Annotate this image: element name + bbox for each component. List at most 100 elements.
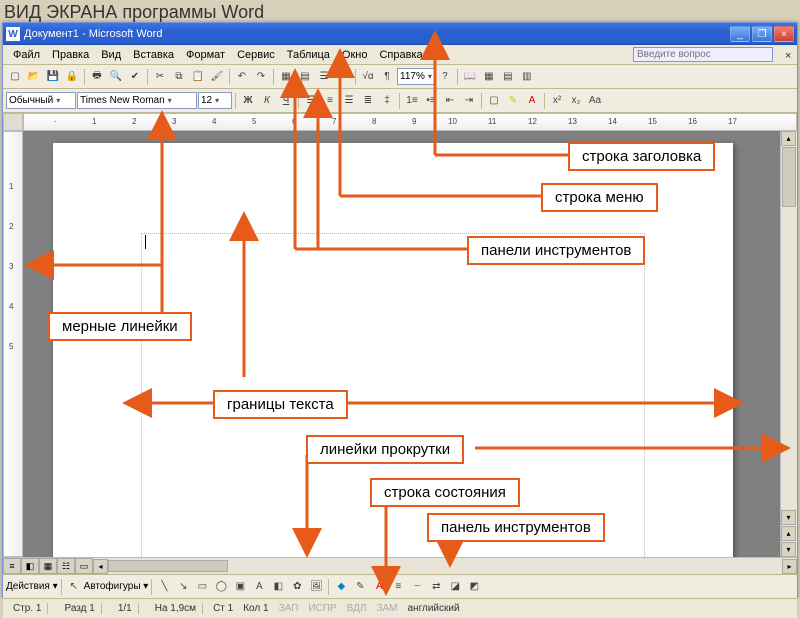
bulleted-list-icon[interactable]: •≡ [422,92,440,110]
print-icon[interactable]: 🖶 [88,68,106,86]
zoom-combo[interactable]: 117%▾ [397,68,435,85]
textbox-icon[interactable]: ▣ [231,578,249,596]
print-preview-icon[interactable]: 🔍 [107,68,125,86]
bold-icon[interactable]: Ж [239,92,257,110]
browse-prev-icon[interactable]: ▴ [781,526,796,541]
font-color-icon[interactable]: A [523,92,541,110]
scroll-down-icon[interactable]: ▾ [781,510,796,525]
indent-icon[interactable]: ⇥ [460,92,478,110]
arrow-icon[interactable]: ↘ [174,578,192,596]
columns-icon[interactable]: ☰ [315,68,333,86]
menu-tools[interactable]: Сервис [231,47,281,63]
diagram-icon[interactable]: ◧ [269,578,287,596]
new-doc-icon[interactable]: ▢ [6,68,24,86]
view-print-icon[interactable]: ▦ [39,558,57,574]
menu-insert[interactable]: Вставка [127,47,180,63]
wordart-icon[interactable]: A [250,578,268,596]
view-normal-icon[interactable]: ≡ [3,558,21,574]
outside-border-icon[interactable]: ▢ [485,92,503,110]
undo-icon[interactable]: ↶ [233,68,251,86]
line-style-icon[interactable]: ≡ [389,578,407,596]
horizontal-ruler[interactable]: · 1 2 3 4 5 6 7 8 9 10 11 12 13 14 15 16… [23,113,797,131]
hscroll-thumb[interactable] [108,560,228,572]
change-case-icon[interactable]: Aa [586,92,604,110]
copy-icon[interactable]: ⧉ [170,68,188,86]
scroll-up-icon[interactable]: ▴ [781,131,796,146]
align-left-icon[interactable]: ☰ [302,92,320,110]
font-combo[interactable]: Times New Roman▾ [77,92,197,109]
align-right-icon[interactable]: ☰ [340,92,358,110]
menu-help[interactable]: Справка [373,47,428,63]
horizontal-scrollbar[interactable]: ◂ ▸ [93,558,797,574]
clipart-icon[interactable]: ✿ [288,578,306,596]
browse-next-icon[interactable]: ▾ [781,542,796,557]
line-color-icon[interactable]: ✎ [351,578,369,596]
borders2-icon[interactable]: ▤ [499,68,517,86]
vertical-scrollbar[interactable]: ▴ ▾ ▴ ▾ [780,131,797,557]
fill-color-icon[interactable]: ◆ [332,578,350,596]
anno-tool-panel: панель инструментов [427,513,605,542]
menu-view[interactable]: Вид [95,47,127,63]
picture-icon[interactable]: 🖼 [307,578,325,596]
style-combo[interactable]: Обычный▾ [6,92,76,109]
spellcheck-icon[interactable]: ✔ [126,68,144,86]
save-icon[interactable]: 💾 [44,68,62,86]
close-button[interactable]: × [774,26,794,42]
drawing-toggle-icon[interactable]: ✏ [334,68,352,86]
vertical-ruler[interactable]: 1 2 3 4 5 [3,131,23,557]
show-marks-icon[interactable]: ¶ [378,68,396,86]
dash-style-icon[interactable]: ┈ [408,578,426,596]
shadow-icon[interactable]: ◪ [446,578,464,596]
menu-table[interactable]: Таблица [281,47,336,63]
menu-edit[interactable]: Правка [46,47,95,63]
arrow-style-icon[interactable]: ⇄ [427,578,445,596]
select-objects-icon[interactable]: ↖ [65,578,83,596]
oval-icon[interactable]: ◯ [212,578,230,596]
insert-excel-icon[interactable]: ▤ [296,68,314,86]
highlight-icon[interactable]: ✎ [504,92,522,110]
menu-format[interactable]: Формат [180,47,231,63]
menu-window[interactable]: Окно [336,47,374,63]
help-icon[interactable]: ? [436,68,454,86]
autoshapes-menu[interactable]: Автофигуры ▾ [84,581,149,592]
italic-icon[interactable]: К [258,92,276,110]
3d-icon[interactable]: ◩ [465,578,483,596]
line-spacing-icon[interactable]: ‡ [378,92,396,110]
status-rec: ЗАП [279,603,299,614]
vscroll-thumb[interactable] [782,147,796,207]
subscript-icon[interactable]: x₂ [567,92,585,110]
ask-question-input[interactable] [633,47,773,62]
justify-icon[interactable]: ≣ [359,92,377,110]
close-doc-button[interactable]: × [779,48,793,62]
font-color2-icon[interactable]: A [370,578,388,596]
borders3-icon[interactable]: ▥ [518,68,536,86]
outdent-icon[interactable]: ⇤ [441,92,459,110]
restore-button[interactable]: ❐ [752,26,772,42]
equation-icon[interactable]: √α [359,68,377,86]
cut-icon[interactable]: ✂ [151,68,169,86]
view-reading-icon[interactable]: ▭ [75,558,93,574]
underline-icon[interactable]: Ч [277,92,295,110]
permissions-icon[interactable]: 🔒 [63,68,81,86]
drawing-actions-menu[interactable]: Действия ▾ [6,581,58,592]
view-outline-icon[interactable]: ☷ [57,558,75,574]
rectangle-icon[interactable]: ▭ [193,578,211,596]
size-combo[interactable]: 12▾ [198,92,232,109]
scroll-left-icon[interactable]: ◂ [93,559,108,574]
align-center-icon[interactable]: ≡ [321,92,339,110]
read-icon[interactable]: 📖 [461,68,479,86]
title-bar: W Документ1 - Microsoft Word _ ❐ × [3,23,797,45]
insert-table-icon[interactable]: ▦ [277,68,295,86]
paste-icon[interactable]: 📋 [189,68,207,86]
line-icon[interactable]: ╲ [155,578,173,596]
view-web-icon[interactable]: ◧ [21,558,39,574]
redo-icon[interactable]: ↷ [252,68,270,86]
open-icon[interactable]: 📂 [25,68,43,86]
format-painter-icon[interactable]: 🖌 [208,68,226,86]
numbered-list-icon[interactable]: 1≡ [403,92,421,110]
borders1-icon[interactable]: ▦ [480,68,498,86]
superscript-icon[interactable]: x² [548,92,566,110]
menu-file[interactable]: Файл [7,47,46,63]
scroll-right-icon[interactable]: ▸ [782,559,797,574]
minimize-button[interactable]: _ [730,26,750,42]
